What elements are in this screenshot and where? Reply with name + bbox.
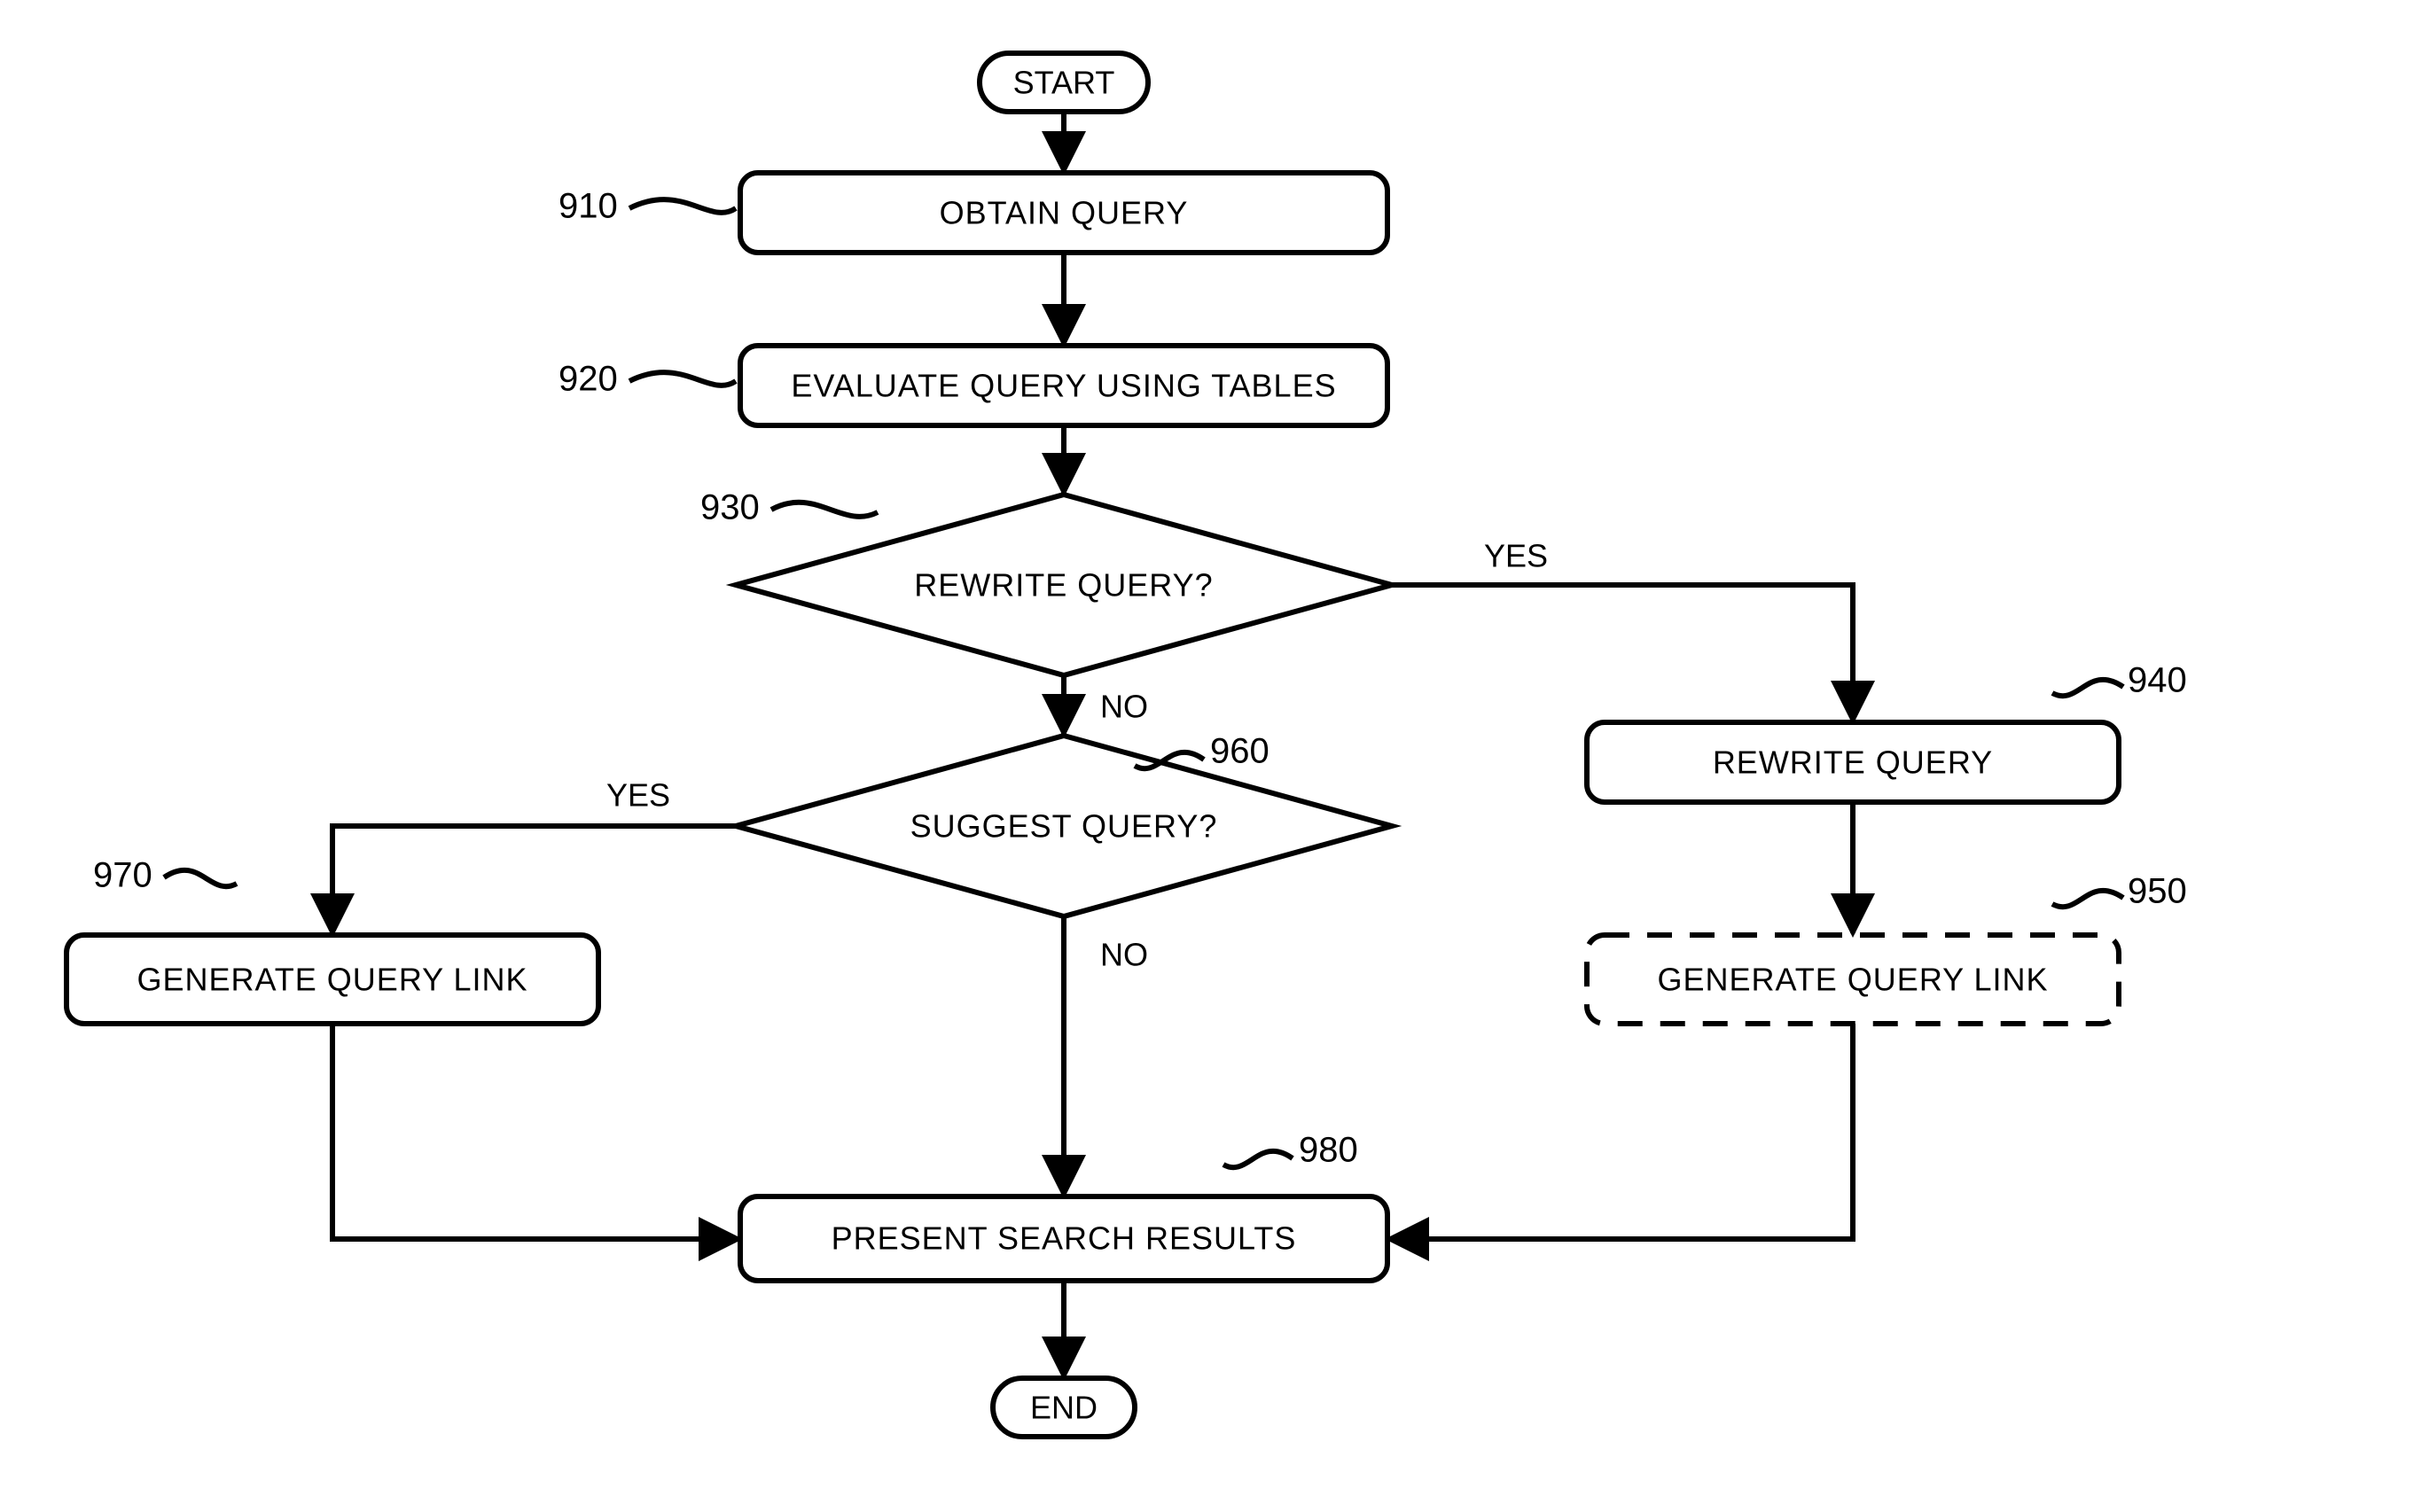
ref-930: 930 xyxy=(700,488,760,527)
terminal-end: END xyxy=(993,1378,1135,1437)
decision-suggest-label: SUGGEST QUERY? xyxy=(910,808,1218,845)
box-present-results: PRESENT SEARCH RESULTS xyxy=(740,1196,1387,1281)
terminal-start: START xyxy=(980,53,1148,112)
box-present-results-label: PRESENT SEARCH RESULTS xyxy=(832,1220,1297,1257)
ref-940: 940 xyxy=(2128,661,2187,700)
box-generate-link-right: GENERATE QUERY LINK xyxy=(1587,935,2119,1024)
ref-980: 980 xyxy=(1299,1131,1358,1170)
ref-960: 960 xyxy=(1210,732,1269,771)
ref-920: 920 xyxy=(559,360,618,399)
terminal-start-label: START xyxy=(1013,65,1115,101)
box-obtain-query-label: OBTAIN QUERY xyxy=(940,195,1189,231)
label-suggest-no: NO xyxy=(1100,937,1148,973)
label-suggest-yes: YES xyxy=(606,777,670,814)
box-generate-link-left-label: GENERATE QUERY LINK xyxy=(137,962,527,998)
box-generate-link-left: GENERATE QUERY LINK xyxy=(66,935,598,1024)
ref-950: 950 xyxy=(2128,872,2187,911)
label-rewrite-yes: YES xyxy=(1484,538,1548,574)
ref-910: 910 xyxy=(559,187,618,226)
decision-rewrite: REWRITE QUERY? xyxy=(736,495,1392,675)
box-rewrite-query: REWRITE QUERY xyxy=(1587,722,2119,802)
decision-suggest: SUGGEST QUERY? xyxy=(736,736,1392,916)
ref-970: 970 xyxy=(93,856,152,895)
box-evaluate-query: EVALUATE QUERY USING TABLES xyxy=(740,346,1387,425)
label-rewrite-no: NO xyxy=(1100,689,1148,725)
decision-rewrite-label: REWRITE QUERY? xyxy=(914,567,1213,604)
box-generate-link-right-label: GENERATE QUERY LINK xyxy=(1657,962,2048,998)
box-obtain-query: OBTAIN QUERY xyxy=(740,173,1387,253)
box-rewrite-query-label: REWRITE QUERY xyxy=(1713,744,1993,781)
flowchart: START END OBTAIN QUERY EVALUATE QUERY US… xyxy=(0,0,2414,1512)
box-evaluate-query-label: EVALUATE QUERY USING TABLES xyxy=(791,368,1336,404)
terminal-end-label: END xyxy=(1030,1390,1098,1426)
